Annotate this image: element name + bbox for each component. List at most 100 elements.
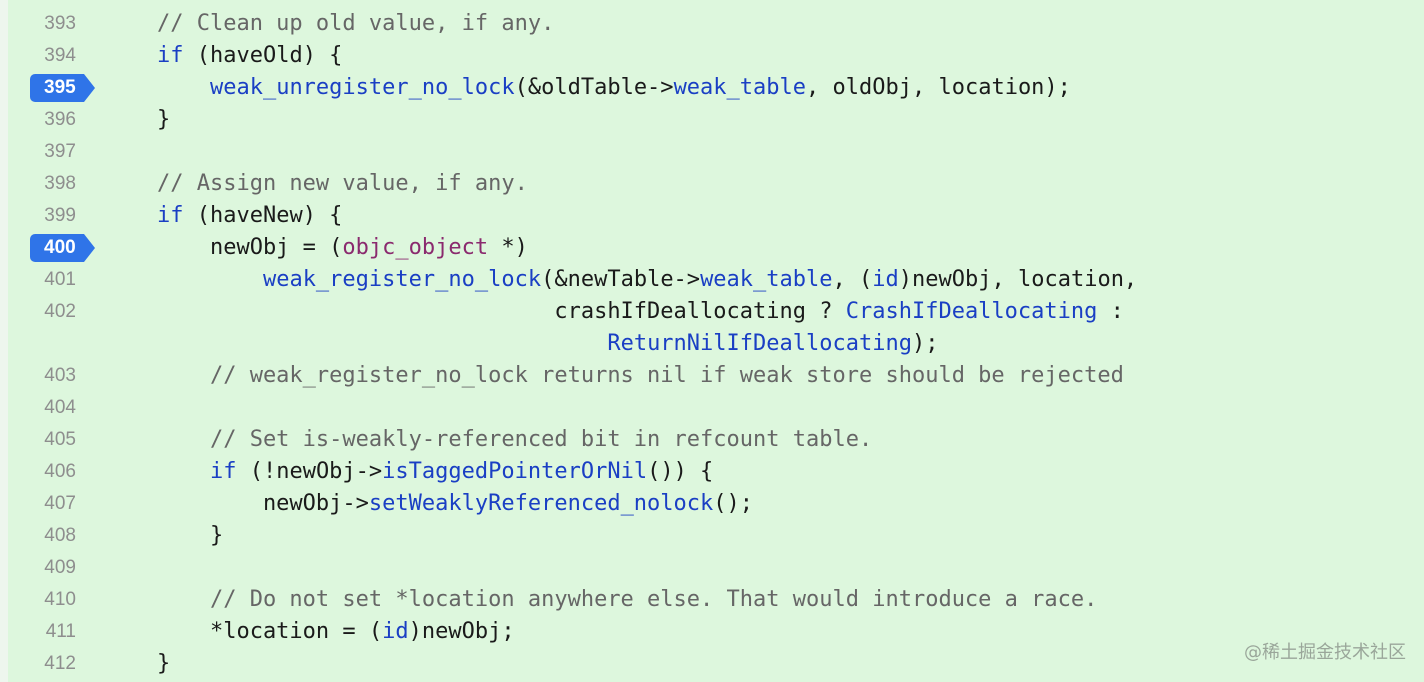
line-gutter[interactable]: 396 bbox=[30, 104, 94, 136]
code-token: ); bbox=[911, 331, 939, 356]
line-gutter[interactable]: 408 bbox=[30, 520, 94, 552]
code-text[interactable]: // Do not set *location anywhere else. T… bbox=[104, 584, 1097, 616]
code-line: 394 if (haveOld) { bbox=[0, 40, 1424, 72]
code-identifier: weak_register_no_lock bbox=[262, 267, 542, 292]
breakpoint-marker[interactable]: 400 bbox=[30, 234, 95, 262]
code-token: )newObj, location, bbox=[898, 267, 1138, 292]
line-number: 397 bbox=[44, 141, 76, 162]
breakpoint-marker[interactable]: 395 bbox=[30, 74, 95, 102]
line-gutter[interactable]: 405 bbox=[30, 424, 94, 456]
code-text[interactable]: ReturnNilIfDeallocating); bbox=[104, 328, 938, 360]
line-number: 409 bbox=[44, 557, 76, 578]
code-identifier: ReturnNilIfDeallocating bbox=[607, 331, 912, 356]
code-text[interactable]: } bbox=[104, 648, 170, 680]
line-number: 395 bbox=[44, 77, 76, 98]
code-text[interactable]: } bbox=[104, 104, 170, 136]
code-text[interactable]: if (haveOld) { bbox=[104, 40, 342, 72]
code-identifier: CrashIfDeallocating bbox=[845, 299, 1098, 324]
code-text[interactable]: // Clean up old value, if any. bbox=[104, 8, 554, 40]
code-token: (&oldTable-> bbox=[514, 75, 674, 100]
code-line: 402 crashIfDeallocating ? CrashIfDealloc… bbox=[0, 296, 1424, 328]
code-comment: // Set is-weakly-referenced bit in refco… bbox=[104, 427, 873, 452]
code-line: 408 } bbox=[0, 520, 1424, 552]
line-gutter[interactable]: 403 bbox=[30, 360, 94, 392]
code-line: 411 *location = (id)newObj; bbox=[0, 616, 1424, 648]
code-identifier: setWeaklyReferenced_nolock bbox=[368, 491, 714, 516]
line-gutter[interactable]: 395 bbox=[30, 72, 95, 104]
line-gutter[interactable]: 402 bbox=[30, 296, 94, 328]
code-text[interactable]: if (!newObj->isTaggedPointerOrNil()) { bbox=[104, 456, 713, 488]
code-line: 399 if (haveNew) { bbox=[0, 200, 1424, 232]
code-keyword: if bbox=[156, 43, 184, 68]
code-line: 393 // Clean up old value, if any. bbox=[0, 8, 1424, 40]
code-text[interactable]: crashIfDeallocating ? CrashIfDeallocatin… bbox=[104, 296, 1124, 328]
code-text[interactable]: newObj = (objc_object *) bbox=[104, 232, 528, 264]
code-text[interactable]: } bbox=[104, 520, 223, 552]
code-token: (haveNew) { bbox=[183, 203, 343, 228]
code-line: 407 newObj->setWeaklyReferenced_nolock()… bbox=[0, 488, 1424, 520]
code-text[interactable]: // Set is-weakly-referenced bit in refco… bbox=[104, 424, 872, 456]
line-number: 403 bbox=[44, 365, 76, 386]
code-line: 404 bbox=[0, 392, 1424, 424]
code-comment: // Clean up old value, if any. bbox=[104, 11, 555, 36]
code-keyword: if bbox=[209, 459, 237, 484]
code-token: newObj-> bbox=[104, 491, 369, 516]
line-gutter[interactable]: 410 bbox=[30, 584, 94, 616]
code-text[interactable]: weak_register_no_lock(&newTable->weak_ta… bbox=[104, 264, 1137, 296]
code-token: } bbox=[104, 651, 171, 676]
code-line: 405 // Set is-weakly-referenced bit in r… bbox=[0, 424, 1424, 456]
line-number: 405 bbox=[44, 429, 76, 450]
line-gutter[interactable]: 412 bbox=[30, 648, 94, 680]
code-token: } bbox=[104, 107, 171, 132]
code-text[interactable]: // Assign new value, if any. bbox=[104, 168, 528, 200]
code-line: 395 weak_unregister_no_lock(&oldTable->w… bbox=[0, 72, 1424, 104]
line-number: 400 bbox=[44, 237, 76, 258]
code-identifier: weak_unregister_no_lock bbox=[209, 75, 515, 100]
line-number: 408 bbox=[44, 525, 76, 546]
code-line: ReturnNilIfDeallocating); bbox=[0, 328, 1424, 360]
line-gutter[interactable]: 406 bbox=[30, 456, 94, 488]
line-gutter[interactable]: 393 bbox=[30, 8, 94, 40]
line-gutter[interactable]: 401 bbox=[30, 264, 94, 296]
code-token: (&newTable-> bbox=[541, 267, 701, 292]
code-token: *location = ( bbox=[104, 619, 383, 644]
code-line: 406 if (!newObj->isTaggedPointerOrNil())… bbox=[0, 456, 1424, 488]
line-gutter[interactable] bbox=[30, 328, 94, 360]
code-token: *) bbox=[488, 235, 528, 260]
code-comment: // weak_register_no_lock returns nil if … bbox=[104, 363, 1124, 388]
code-line: 400 newObj = (objc_object *) bbox=[0, 232, 1424, 264]
line-number: 394 bbox=[44, 45, 76, 66]
line-number: 399 bbox=[44, 205, 76, 226]
code-comment: // Do not set *location anywhere else. T… bbox=[104, 587, 1098, 612]
code-token: , ( bbox=[832, 267, 873, 292]
line-gutter[interactable]: 411 bbox=[30, 616, 94, 648]
line-number: 412 bbox=[44, 653, 76, 674]
code-text[interactable]: if (haveNew) { bbox=[104, 200, 342, 232]
code-keyword: id bbox=[382, 619, 409, 644]
line-number: 410 bbox=[44, 589, 76, 610]
line-gutter[interactable]: 409 bbox=[30, 552, 94, 584]
code-token: crashIfDeallocating ? bbox=[104, 299, 846, 324]
code-text[interactable]: // weak_register_no_lock returns nil if … bbox=[104, 360, 1124, 392]
code-line: 397 bbox=[0, 136, 1424, 168]
line-gutter[interactable]: 404 bbox=[30, 392, 94, 424]
code-token: , oldObj, location); bbox=[806, 75, 1071, 100]
code-line: 409 bbox=[0, 552, 1424, 584]
code-identifier: weak_table bbox=[700, 267, 833, 292]
code-text[interactable]: newObj->setWeaklyReferenced_nolock(); bbox=[104, 488, 753, 520]
code-text[interactable]: weak_unregister_no_lock(&oldTable->weak_… bbox=[104, 72, 1071, 104]
code-line: 398 // Assign new value, if any. bbox=[0, 168, 1424, 200]
line-gutter[interactable]: 407 bbox=[30, 488, 94, 520]
line-gutter[interactable]: 397 bbox=[30, 136, 94, 168]
line-gutter[interactable]: 398 bbox=[30, 168, 94, 200]
line-gutter[interactable]: 400 bbox=[30, 232, 95, 264]
line-gutter[interactable]: 394 bbox=[30, 40, 94, 72]
code-token: (); bbox=[713, 491, 754, 516]
code-text[interactable]: *location = (id)newObj; bbox=[104, 616, 515, 648]
line-gutter[interactable]: 399 bbox=[30, 200, 94, 232]
line-number: 406 bbox=[44, 461, 76, 482]
code-line: 396 } bbox=[0, 104, 1424, 136]
